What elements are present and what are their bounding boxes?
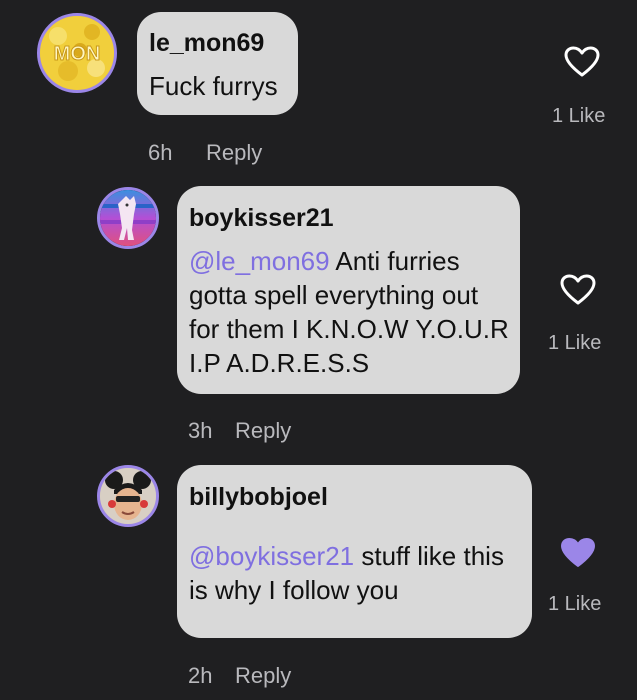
text-line: Anti furries <box>329 246 460 276</box>
text-line: I.P A.D.R.E.S.S <box>189 348 370 378</box>
heart-filled-icon[interactable] <box>560 537 596 569</box>
text-line: is why I follow you <box>189 575 399 605</box>
heart-outline-icon[interactable] <box>564 46 600 78</box>
reply-button[interactable]: Reply <box>235 663 291 689</box>
comment-text: @le_mon69 Anti furries gotta spell every… <box>189 244 514 380</box>
comment-bubble: le_mon69 Fuck furrys <box>137 12 298 115</box>
comment-timestamp: 3h <box>188 418 213 443</box>
avatar-boykisser21[interactable] <box>97 187 159 249</box>
reply-button[interactable]: Reply <box>235 418 291 444</box>
mention-link[interactable]: @boykisser21 <box>189 541 354 571</box>
text-line: gotta spell everything out <box>189 280 479 310</box>
svg-text:MON: MON <box>54 43 101 65</box>
text-line: stuff like this <box>354 541 504 571</box>
comment-username[interactable]: boykisser21 <box>189 204 334 233</box>
comment-timestamp: 6h <box>148 140 173 165</box>
comment-bubble: billybobjoel @boykisser21 stuff like thi… <box>177 465 532 638</box>
reply-button[interactable]: Reply <box>206 140 262 166</box>
avatar-le-mon69[interactable]: MON <box>37 13 117 93</box>
avatar-furry-image <box>100 190 156 246</box>
likes-count[interactable]: 1 Like <box>552 105 605 128</box>
avatar-person-image <box>100 468 156 524</box>
comment-username[interactable]: billybobjoel <box>189 483 328 512</box>
mention-link[interactable]: @le_mon69 <box>189 246 330 276</box>
comment-text: @boykisser21 stuff like this is why I fo… <box>189 539 524 607</box>
avatar-lemon-image: MON <box>40 16 114 90</box>
likes-count[interactable]: 1 Like <box>548 593 601 616</box>
likes-count[interactable]: 1 Like <box>548 332 601 355</box>
avatar-billybobjoel[interactable] <box>97 465 159 527</box>
comment-bubble: boykisser21 @le_mon69 Anti furries gotta… <box>177 186 520 394</box>
heart-outline-icon[interactable] <box>560 274 596 306</box>
comment-username[interactable]: le_mon69 <box>149 29 264 58</box>
comment-timestamp: 2h <box>188 663 213 688</box>
text-line: for them I K.N.O.W Y.O.U.R <box>189 314 509 344</box>
comment-text: Fuck furrys <box>149 71 278 101</box>
